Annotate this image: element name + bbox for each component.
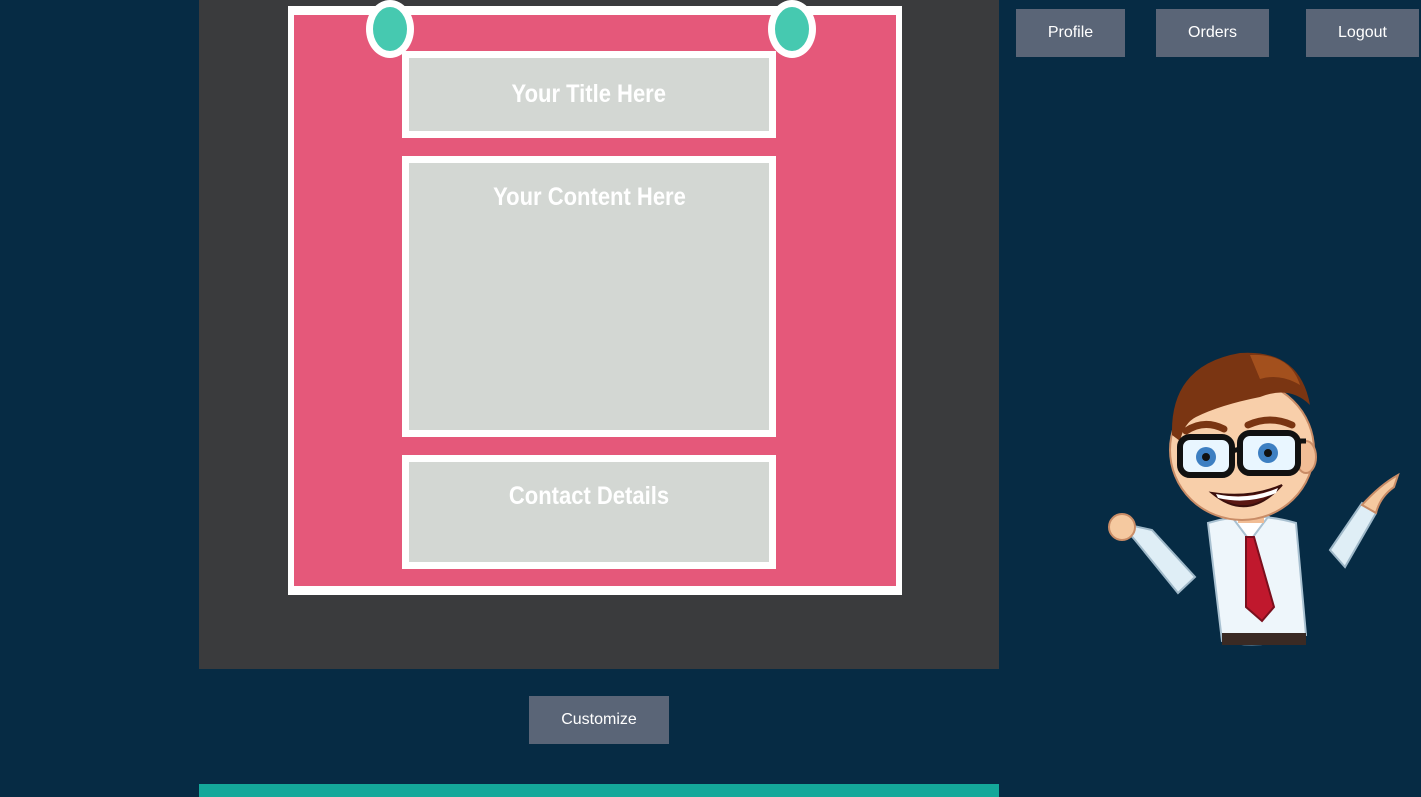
- logout-button[interactable]: Logout: [1306, 9, 1419, 57]
- orders-button[interactable]: Orders: [1156, 9, 1269, 57]
- template-preview-frame: Your Title Here Your Content Here Contac…: [199, 0, 999, 669]
- pushpin-right-icon: [768, 0, 816, 58]
- contact-section[interactable]: Contact Details: [402, 455, 776, 569]
- pushpin-left-icon: [366, 0, 414, 58]
- footer-accent-bar: [199, 784, 999, 797]
- mascot-illustration: [1108, 352, 1400, 646]
- profile-button[interactable]: Profile: [1016, 9, 1125, 57]
- title-section[interactable]: Your Title Here: [402, 51, 776, 138]
- customize-button[interactable]: Customize: [529, 696, 669, 744]
- content-placeholder: Your Content Here: [492, 183, 686, 211]
- poster-template: Your Title Here Your Content Here Contac…: [288, 0, 902, 595]
- contact-placeholder: Contact Details: [508, 482, 670, 510]
- content-section[interactable]: Your Content Here: [402, 156, 776, 437]
- title-placeholder: Your Title Here: [511, 80, 667, 108]
